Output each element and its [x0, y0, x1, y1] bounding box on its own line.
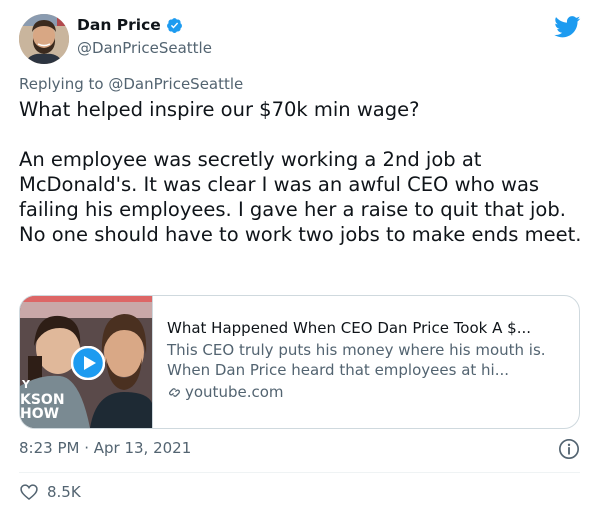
author-handle[interactable]: @DanPriceSeattle — [77, 39, 212, 57]
card-description: This CEO truly puts his money where his … — [167, 341, 546, 379]
svg-text:HOW: HOW — [20, 406, 59, 422]
author-name-row[interactable]: Dan Price — [77, 16, 183, 34]
tweet-timestamp[interactable]: 8:23 PM · Apr 13, 2021 — [19, 439, 191, 457]
replying-to: Replying to @DanPriceSeattle — [19, 75, 243, 93]
author-name[interactable]: Dan Price — [77, 16, 161, 34]
tweet-text: What helped inspire our $70k min wage? A… — [19, 98, 582, 246]
card-domain-row[interactable]: youtube.com — [167, 382, 567, 402]
verified-badge-icon — [166, 17, 182, 33]
card-thumbnail[interactable]: Y KSON HOW — [20, 296, 153, 428]
avatar[interactable] — [19, 14, 69, 64]
reply-mention-link[interactable]: @DanPriceSeattle — [108, 75, 243, 93]
link-preview-card[interactable]: Y KSON HOW What Happened When CEO Dan Pr… — [19, 295, 580, 429]
card-title[interactable]: What Happened When CEO Dan Price Took A … — [167, 318, 567, 338]
heart-icon — [20, 484, 38, 501]
avatar-image — [19, 14, 69, 64]
svg-text:Y: Y — [21, 378, 31, 391]
link-icon — [169, 387, 180, 397]
card-body[interactable]: What Happened When CEO Dan Price Took A … — [167, 318, 567, 402]
twitter-bird-icon[interactable] — [554, 16, 581, 38]
info-icon[interactable] — [558, 438, 580, 460]
play-icon[interactable] — [71, 346, 105, 380]
card-domain[interactable]: youtube.com — [185, 382, 284, 402]
divider — [19, 472, 580, 473]
like-count: 8.5K — [47, 483, 81, 501]
replying-prefix: Replying to — [19, 75, 109, 93]
like-button[interactable]: 8.5K — [19, 482, 81, 502]
